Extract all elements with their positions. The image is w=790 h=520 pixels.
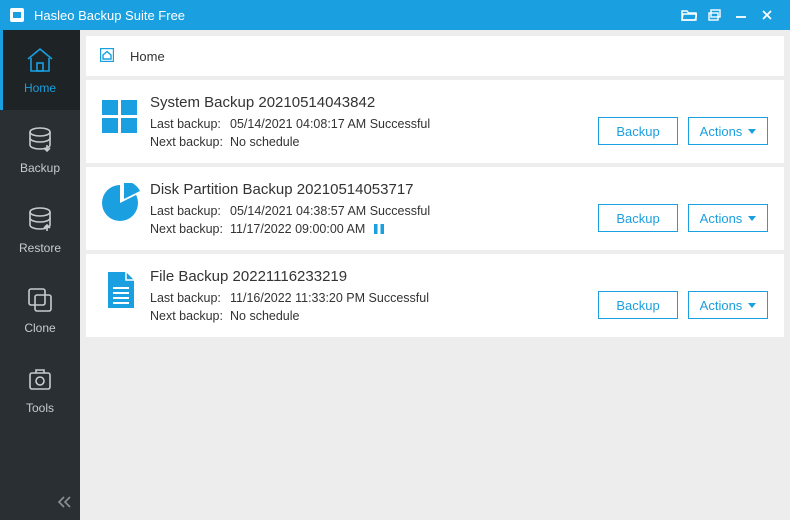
backup-button[interactable]: Backup [598, 291, 678, 319]
task-title: File Backup 20221116233219 [150, 268, 598, 285]
actions-button[interactable]: Actions [688, 117, 768, 145]
restore-window-icon[interactable] [702, 0, 728, 30]
task-actions: Backup Actions [598, 291, 768, 319]
file-backup-icon [100, 270, 140, 310]
breadcrumb-label: Home [130, 49, 165, 64]
task-actions: Backup Actions [598, 117, 768, 145]
main-panel: Home System Backup 20210514043842 Last ba… [80, 30, 790, 520]
titlebar: Hasleo Backup Suite Free [0, 0, 790, 30]
sidebar: Home Backup Restore Clone Tools [0, 30, 80, 520]
task-card: Disk Partition Backup 20210514053717 Last… [86, 167, 784, 250]
last-backup-value: 05/14/2021 04:08:17 AM Successful [230, 117, 430, 131]
chevron-down-icon [748, 303, 756, 308]
task-info: System Backup 20210514043842 Last backup:… [150, 94, 598, 149]
sidebar-item-tools[interactable]: Tools [0, 350, 80, 430]
sidebar-item-restore[interactable]: Restore [0, 190, 80, 270]
sidebar-item-label: Backup [20, 161, 60, 175]
chevron-down-icon [748, 129, 756, 134]
task-card: File Backup 20221116233219 Last backup:11… [86, 254, 784, 337]
last-backup-label: Last backup: [150, 204, 230, 218]
actions-button[interactable]: Actions [688, 291, 768, 319]
home-icon[interactable] [100, 48, 114, 65]
backup-button[interactable]: Backup [598, 117, 678, 145]
app-title: Hasleo Backup Suite Free [34, 8, 676, 23]
task-list: System Backup 20210514043842 Last backup:… [86, 80, 784, 514]
close-icon[interactable] [754, 0, 780, 30]
backup-button[interactable]: Backup [598, 204, 678, 232]
task-info: File Backup 20221116233219 Last backup:11… [150, 268, 598, 323]
chevron-down-icon [748, 216, 756, 221]
sidebar-item-home[interactable]: Home [0, 30, 80, 110]
next-backup-value: No schedule [230, 309, 300, 323]
sidebar-item-backup[interactable]: Backup [0, 110, 80, 190]
pause-icon [373, 223, 385, 235]
minimize-icon[interactable] [728, 0, 754, 30]
next-backup-label: Next backup: [150, 309, 230, 323]
collapse-sidebar-icon[interactable] [56, 495, 72, 514]
sidebar-item-label: Restore [19, 241, 61, 255]
last-backup-label: Last backup: [150, 291, 230, 305]
task-info: Disk Partition Backup 20210514053717 Last… [150, 181, 598, 236]
next-backup-value: No schedule [230, 135, 300, 149]
disk-backup-icon [100, 183, 140, 223]
task-actions: Backup Actions [598, 204, 768, 232]
sidebar-item-clone[interactable]: Clone [0, 270, 80, 350]
next-backup-label: Next backup: [150, 135, 230, 149]
next-backup-label: Next backup: [150, 222, 230, 236]
last-backup-value: 11/16/2022 11:33:20 PM Successful [230, 291, 429, 305]
sidebar-item-label: Clone [24, 321, 55, 335]
last-backup-value: 05/14/2021 04:38:57 AM Successful [230, 204, 430, 218]
next-backup-value: 11/17/2022 09:00:00 AM [230, 222, 365, 236]
last-backup-label: Last backup: [150, 117, 230, 131]
open-folder-icon[interactable] [676, 0, 702, 30]
breadcrumb: Home [86, 36, 784, 76]
app-icon [8, 6, 26, 24]
task-title: System Backup 20210514043842 [150, 94, 598, 111]
actions-button[interactable]: Actions [688, 204, 768, 232]
task-title: Disk Partition Backup 20210514053717 [150, 181, 598, 198]
system-backup-icon [100, 96, 140, 136]
task-card: System Backup 20210514043842 Last backup:… [86, 80, 784, 163]
sidebar-item-label: Tools [26, 401, 54, 415]
sidebar-item-label: Home [24, 81, 56, 95]
